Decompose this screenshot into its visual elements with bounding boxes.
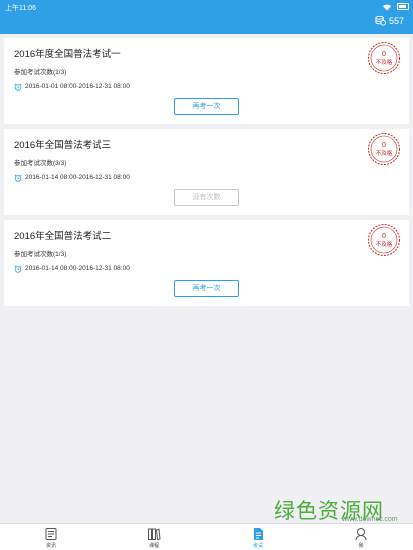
wifi-icon — [383, 4, 391, 11]
no-attempts-button: 没有次数 — [174, 189, 239, 206]
exam-attempts: 参加考试次数(1/3) — [14, 69, 67, 76]
exam-card[interactable]: 2016年全国普法考试二 参加考试次数(1/3) 2016-01-14 08:0… — [4, 220, 409, 306]
tab-label: 资讯 — [45, 543, 56, 549]
stamp-score: 0 — [382, 233, 386, 240]
exam-title: 2016年全国普法考试二 — [14, 231, 112, 242]
bottom-tab-bar: 资讯 课程 考试 我 — [0, 523, 413, 550]
books-icon — [148, 528, 161, 541]
tab-label: 课程 — [148, 543, 159, 549]
alarm-clock-icon — [14, 174, 22, 182]
fail-stamp: 0 不及格 — [368, 133, 400, 165]
exam-card[interactable]: 2016年度全国普法考试一 参加考试次数(1/3) 2016-01-01 08:… — [4, 38, 409, 124]
stamp-result: 不及格 — [376, 149, 393, 157]
exam-period: 2016-01-01 08:00-2016-12-31 08:00 — [25, 83, 130, 90]
exam-title: 2016年全国普法考试三 — [14, 140, 112, 151]
watermark-url: www.downcc.com — [342, 516, 398, 523]
profile-icon — [355, 528, 367, 541]
exam-attempts: 参加考试次数(1/3) — [14, 251, 67, 258]
tab-label: 我 — [358, 543, 364, 549]
fail-stamp: 0 不及格 — [368, 42, 400, 74]
exam-card[interactable]: 2016年全国普法考试三 参加考试次数(3/3) 2016-01-14 08:0… — [4, 129, 409, 215]
exam-title: 2016年度全国普法考试一 — [14, 49, 121, 60]
news-icon — [45, 528, 57, 540]
stamp-result: 不及格 — [376, 240, 393, 248]
tab-profile[interactable]: 我 — [336, 524, 386, 550]
tab-courses[interactable]: 课程 — [129, 524, 179, 550]
exam-period: 2016-01-14 08:00-2016-12-31 08:00 — [25, 174, 130, 181]
alarm-clock-icon — [14, 83, 22, 91]
coin-count: 557 — [389, 16, 405, 26]
alarm-clock-icon — [14, 265, 22, 273]
status-time: 上午11:06 — [5, 5, 36, 12]
tab-label: 考试 — [252, 543, 263, 549]
fail-stamp: 0 不及格 — [368, 224, 400, 256]
exam-icon — [254, 528, 263, 540]
stamp-result: 不及格 — [376, 58, 393, 66]
stamp-score: 0 — [382, 142, 386, 149]
exam-period: 2016-01-14 08:00-2016-12-31 08:00 — [25, 265, 130, 272]
coins-icon[interactable] — [375, 15, 386, 26]
battery-icon — [397, 3, 409, 10]
retake-exam-button[interactable]: 再考一次 — [174, 98, 239, 115]
exam-attempts: 参加考试次数(3/3) — [14, 160, 67, 167]
watermark: 绿色资源网 www.downcc.com — [271, 495, 411, 523]
tab-exams[interactable]: 考试 — [233, 524, 283, 550]
tab-news[interactable]: 资讯 — [26, 524, 76, 550]
top-bar: 上午11:06 557 — [0, 0, 413, 34]
stamp-score: 0 — [382, 51, 386, 58]
retake-exam-button[interactable]: 再考一次 — [174, 280, 239, 297]
